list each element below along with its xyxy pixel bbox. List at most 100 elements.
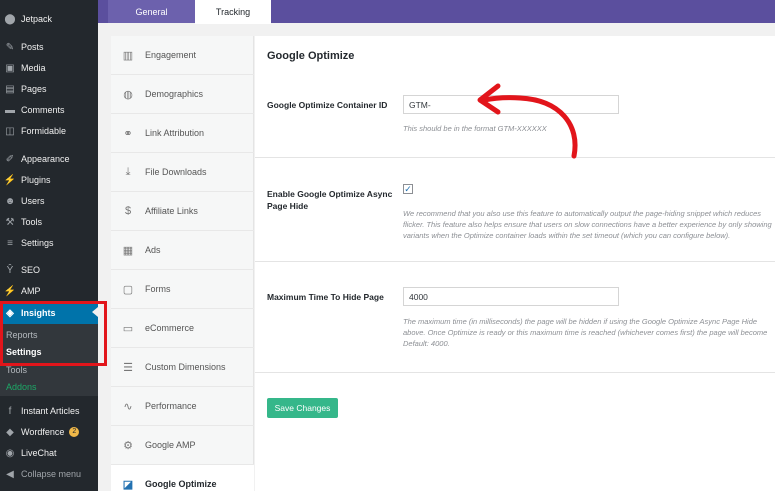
media-icon: ▣ — [5, 62, 15, 74]
amp-icon: ⚙ — [123, 439, 133, 452]
menu-item-pages[interactable]: ▤ Pages — [0, 79, 98, 99]
menu-label: Instant Articles — [21, 406, 80, 416]
nav-label: Ads — [145, 245, 161, 255]
divider — [255, 157, 775, 158]
nav-label: Link Attribution — [145, 128, 205, 138]
sliders-icon: ≡ — [7, 237, 13, 249]
async-hide-checkbox[interactable]: ✓ — [403, 184, 413, 194]
nav-label: eCommerce — [145, 323, 195, 333]
globe-icon: ◍ — [123, 88, 133, 101]
nav-custom-dimensions[interactable]: ☰ Custom Dimensions — [111, 348, 254, 387]
ecommerce-icon: ▭ — [122, 322, 134, 335]
menu-label: Appearance — [21, 154, 70, 164]
nav-forms[interactable]: ▢ Forms — [111, 270, 254, 309]
nav-google-amp[interactable]: ⚙ Google AMP — [111, 426, 254, 465]
menu-item-plugins[interactable]: ⚡ Plugins — [0, 170, 98, 190]
comment-icon: ▬ — [5, 104, 15, 116]
menu-item-insights[interactable]: ◈ Insights — [0, 302, 98, 324]
collapse-menu-button[interactable]: ◀ Collapse menu — [0, 464, 98, 484]
brush-icon: ✐ — [5, 153, 15, 165]
nav-link-attribution[interactable]: ⚭ Link Attribution — [111, 114, 254, 153]
async-hide-help-line: flicker. This feature also helps ensure … — [403, 220, 772, 229]
divider — [255, 372, 775, 373]
link-icon: ⚭ — [123, 127, 133, 140]
menu-item-media[interactable]: ▣ Media — [0, 58, 98, 78]
google-optimize-panel: Google Optimize Google Optimize Containe… — [255, 36, 775, 491]
tab-general[interactable]: General — [108, 0, 195, 23]
menu-label: Tools — [21, 217, 43, 227]
nav-ecommerce[interactable]: ▭ eCommerce — [111, 309, 254, 348]
nav-performance[interactable]: ∿ Performance — [111, 387, 254, 426]
menu-item-amp[interactable]: ⚡ AMP — [0, 281, 98, 301]
forms-icon: ▢ — [122, 283, 134, 296]
download-icon: ⤓ — [125, 165, 131, 178]
nav-google-optimize[interactable]: ◪ Google Optimize — [111, 465, 254, 491]
tab-tracking[interactable]: Tracking — [195, 0, 271, 24]
menu-item-users[interactable]: ☻ Users — [0, 191, 98, 211]
submenu-settings[interactable]: Settings — [6, 347, 42, 357]
nav-demographics[interactable]: ◍ Demographics — [111, 75, 254, 114]
menu-label: Pages — [21, 84, 47, 94]
async-hide-label: Enable Google Optimize Async Page Hide — [267, 189, 393, 211]
current-menu-arrow — [92, 307, 98, 317]
menu-item-seo[interactable]: Ŷ SEO — [0, 260, 98, 280]
dimensions-icon: ☰ — [123, 361, 133, 374]
wp-admin-sidebar: ⬤ Jetpack ✎ Posts ▣ Media ▤ Pages ▬ Comments … — [0, 0, 98, 491]
nav-ads[interactable]: ▦ Ads — [111, 231, 254, 270]
menu-label: AMP — [21, 286, 41, 296]
max-time-help-line: above. Once Optimize is ready or this ma… — [403, 328, 768, 337]
container-id-help: This should be in the format GTM-XXXXXX — [403, 124, 547, 133]
nav-engagement[interactable]: ▥ Engagement — [111, 36, 254, 75]
seo-icon: Ŷ — [6, 264, 14, 276]
update-count-badge: 2 — [69, 427, 80, 437]
menu-label: Jetpack — [21, 14, 53, 24]
jetpack-icon: ⬤ — [4, 13, 16, 25]
async-hide-help-line: We recommend that you also use this feat… — [403, 209, 761, 218]
nav-label: File Downloads — [145, 167, 207, 177]
submenu-addons[interactable]: Addons — [6, 382, 37, 392]
menu-item-wordfence[interactable]: ◆ Wordfence 2 — [0, 422, 98, 442]
async-hide-help-line: variants when the Optimize container loa… — [403, 231, 731, 240]
max-time-input[interactable] — [403, 287, 619, 306]
nav-label: Engagement — [145, 50, 197, 60]
nav-label: Google AMP — [145, 440, 196, 450]
submenu-tools[interactable]: Tools — [6, 365, 27, 375]
menu-label: Users — [21, 196, 45, 206]
nav-label: Google Optimize — [145, 479, 217, 489]
nav-label: Demographics — [145, 89, 204, 99]
menu-item-comments[interactable]: ▬ Comments — [0, 100, 98, 120]
menu-item-jetpack[interactable]: ⬤ Jetpack — [0, 9, 98, 29]
menu-label: Formidable — [21, 126, 67, 136]
section-title: Google Optimize — [267, 50, 355, 62]
max-time-label: Maximum Time To Hide Page — [267, 292, 384, 302]
settings-tab-bar: General Tracking — [98, 0, 775, 24]
nav-label: Forms — [145, 284, 171, 294]
menu-label: SEO — [21, 265, 41, 275]
menu-label: Insights — [21, 308, 56, 318]
collapse-icon: ◀ — [6, 468, 14, 480]
livechat-icon: ◉ — [5, 447, 15, 459]
menu-label: Media — [21, 63, 46, 73]
submenu-reports[interactable]: Reports — [6, 330, 38, 340]
pin-icon: ✎ — [5, 41, 15, 53]
nav-file-downloads[interactable]: ⤓ File Downloads — [111, 153, 254, 192]
wrench-icon: ⚒ — [5, 216, 15, 228]
nav-affiliate-links[interactable]: $ Affiliate Links — [111, 192, 254, 231]
save-changes-button[interactable]: Save Changes — [267, 398, 338, 418]
menu-item-livechat[interactable]: ◉ LiveChat — [0, 443, 98, 463]
menu-label: Settings — [21, 238, 54, 248]
menu-label: LiveChat — [21, 448, 57, 458]
menu-item-posts[interactable]: ✎ Posts — [0, 37, 98, 57]
menu-item-instant-articles[interactable]: f Instant Articles — [0, 401, 98, 421]
menu-item-appearance[interactable]: ✐ Appearance — [0, 149, 98, 169]
nav-label: Affiliate Links — [145, 206, 198, 216]
menu-item-tools[interactable]: ⚒ Tools — [0, 212, 98, 232]
container-id-input[interactable] — [403, 95, 619, 114]
menu-item-formidable[interactable]: ◫ Formidable — [0, 121, 98, 141]
dollar-icon: $ — [124, 205, 132, 217]
divider — [255, 261, 775, 262]
max-time-help-line: The maximum time (in milliseconds) the p… — [403, 317, 758, 326]
insights-submenu: Reports Settings Tools Addons — [0, 324, 98, 396]
menu-item-settings[interactable]: ≡ Settings — [0, 233, 98, 253]
container-id-label: Google Optimize Container ID — [267, 100, 388, 110]
